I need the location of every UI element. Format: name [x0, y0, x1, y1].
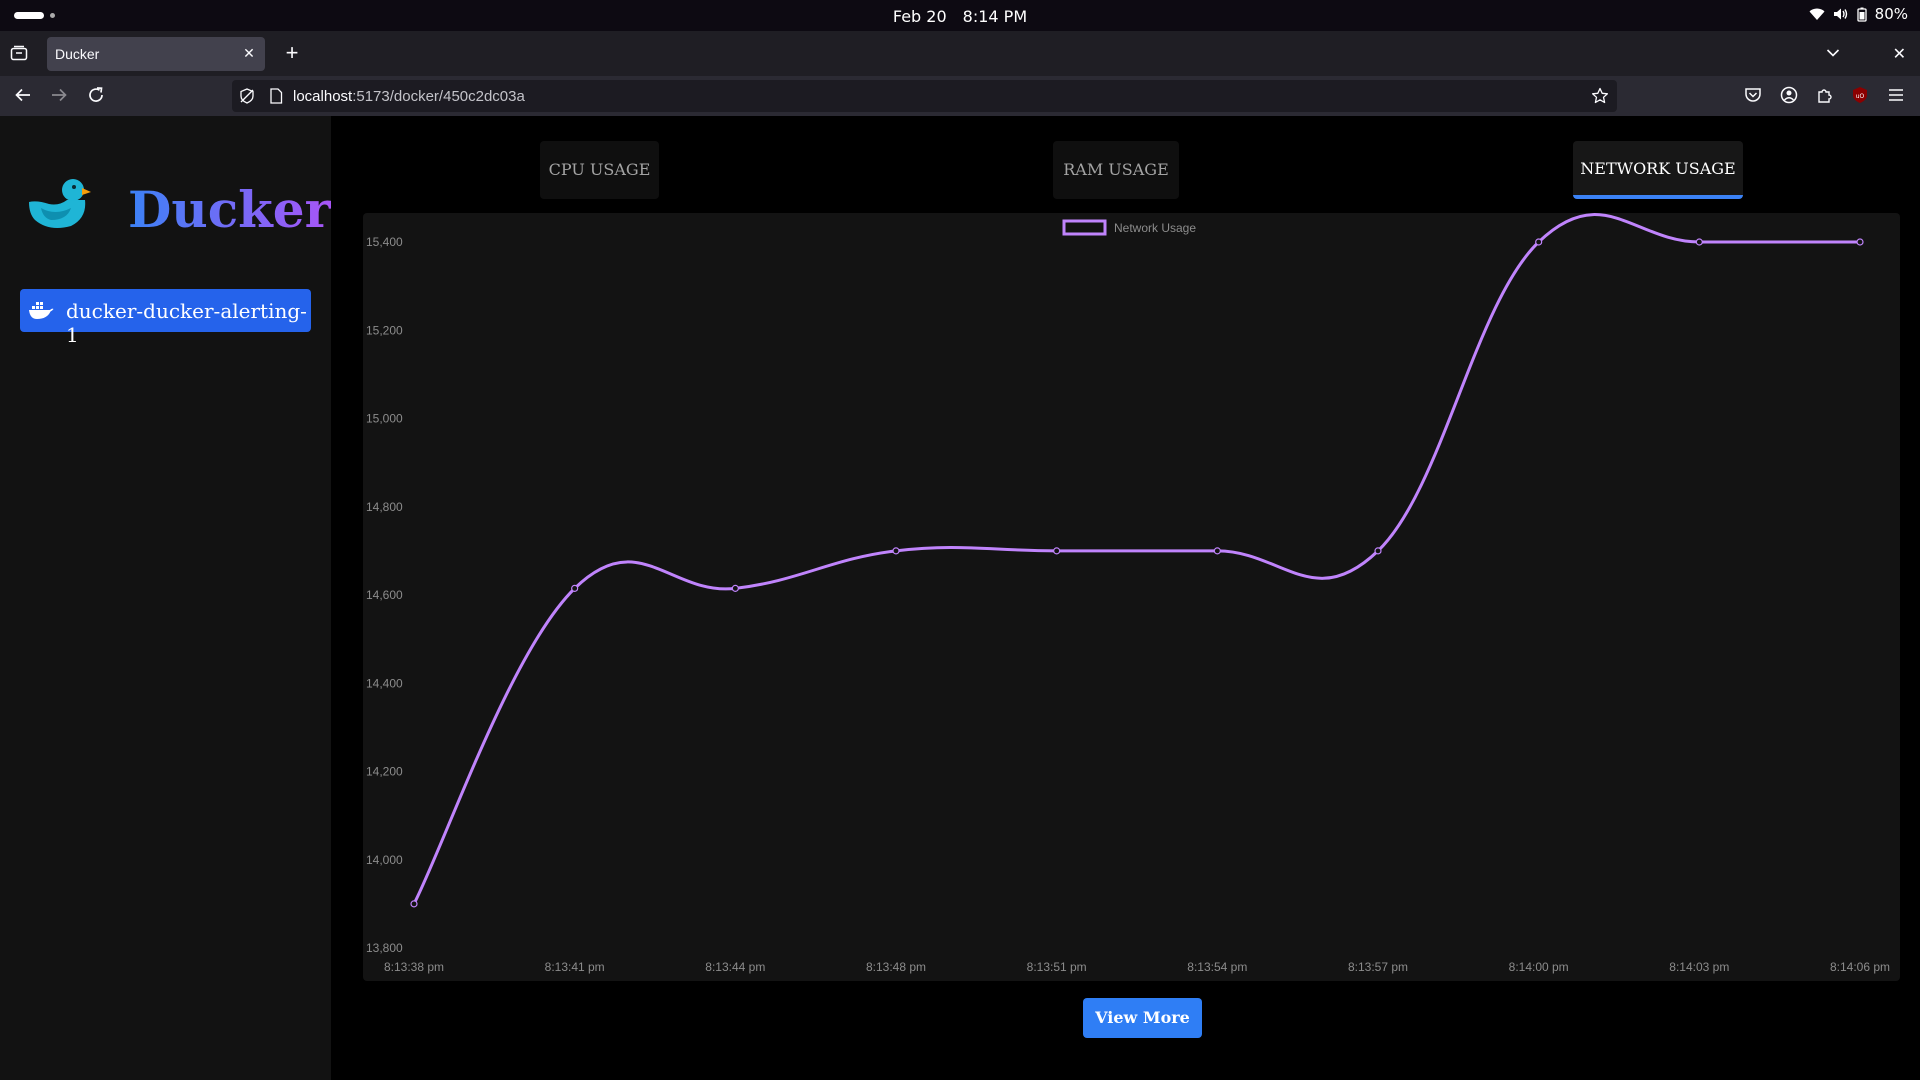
- data-point: [731, 584, 739, 592]
- menu-icon[interactable]: [1887, 86, 1905, 109]
- url-text[interactable]: localhost:5173/docker/450c2dc03a: [293, 88, 525, 105]
- network-usage-chart: 15,400 15,200 15,000 14,800 14,600 14,400 14,2…: [363, 213, 1900, 981]
- browser-nav-bar: localhost:5173/docker/450c2dc03a uO: [0, 76, 1920, 116]
- y-tick-label: 14,400: [366, 676, 403, 690]
- address-bar[interactable]: localhost:5173/docker/450c2dc03a: [232, 80, 1617, 112]
- chart-svg: 15,400 15,200 15,000 14,800 14,600 14,400 14,2…: [366, 213, 1890, 974]
- volume-icon: [1833, 7, 1849, 21]
- data-point: [1053, 547, 1061, 555]
- clock-date: Feb 20: [892, 7, 947, 26]
- clock[interactable]: Feb 20 8:14 PM: [0, 7, 1920, 26]
- pocket-icon[interactable]: [1744, 86, 1762, 109]
- y-tick-label: 14,200: [366, 765, 403, 779]
- brand-title: Ducker: [128, 180, 331, 239]
- data-point: [410, 900, 418, 908]
- browser-tab-strip: Ducker ✕ + ✕: [0, 31, 1920, 76]
- list-all-tabs-icon[interactable]: [1826, 45, 1840, 63]
- x-tick-label: 8:13:44 pm: [705, 960, 765, 974]
- x-tick-label: 8:13:54 pm: [1187, 960, 1247, 974]
- tab-network-usage[interactable]: NETWORK USAGE: [1573, 141, 1743, 199]
- ublock-icon[interactable]: uO: [1851, 86, 1869, 109]
- new-tab-icon[interactable]: +: [280, 42, 304, 66]
- extensions-icon[interactable]: [1816, 86, 1834, 109]
- x-tick-label: 8:13:48 pm: [866, 960, 926, 974]
- y-tick-label: 14,000: [366, 853, 403, 867]
- wifi-icon: [1809, 7, 1825, 21]
- data-point: [1213, 547, 1221, 555]
- data-point: [1695, 238, 1703, 246]
- svg-text:uO: uO: [1856, 93, 1865, 100]
- x-tick-label: 8:13:57 pm: [1348, 960, 1408, 974]
- account-icon[interactable]: [1780, 86, 1798, 109]
- url-host: localhost: [293, 88, 353, 105]
- clock-time: 8:14 PM: [962, 7, 1028, 26]
- data-point: [892, 547, 900, 555]
- y-tick-label: 13,800: [366, 941, 403, 955]
- reload-icon[interactable]: [87, 86, 105, 109]
- browser-tab-ducker[interactable]: Ducker ✕: [47, 37, 265, 71]
- tracking-protection-icon[interactable]: [239, 88, 255, 109]
- data-point: [1856, 238, 1864, 246]
- y-tick-label: 15,000: [366, 412, 403, 426]
- x-tick-label: 8:14:00 pm: [1509, 960, 1569, 974]
- duck-logo-icon: [27, 176, 91, 235]
- data-point: [1535, 238, 1543, 246]
- os-top-bar: Feb 20 8:14 PM 80%: [0, 0, 1920, 31]
- series-line: [412, 213, 1860, 905]
- x-tick-label: 8:13:38 pm: [384, 960, 444, 974]
- x-tick-label: 8:14:03 pm: [1669, 960, 1729, 974]
- firefox-view-icon[interactable]: [10, 45, 28, 66]
- tab-cpu-usage[interactable]: CPU USAGE: [540, 141, 659, 199]
- browser-tab-title: Ducker: [55, 46, 100, 62]
- x-tick-label: 8:13:51 pm: [1027, 960, 1087, 974]
- page-info-icon[interactable]: [269, 88, 283, 109]
- x-tick-label: 8:14:06 pm: [1830, 960, 1890, 974]
- sidebar: Ducker ducker-ducker-alerting-1: [0, 116, 331, 1080]
- main-content: CPU USAGE RAM USAGE NETWORK USAGE 15,400…: [331, 116, 1920, 1080]
- y-tick-label: 15,400: [366, 235, 403, 249]
- back-icon[interactable]: [14, 86, 32, 109]
- sidebar-item-container[interactable]: ducker-ducker-alerting-1: [20, 289, 311, 347]
- container-name: ducker-ducker-alerting-1: [66, 299, 307, 347]
- legend-swatch: [1062, 219, 1107, 236]
- view-more-button[interactable]: View More: [1083, 998, 1202, 1038]
- tab-close-icon[interactable]: ✕: [239, 43, 259, 63]
- battery-percent: 80%: [1874, 5, 1908, 23]
- y-tick-label: 14,800: [366, 500, 403, 514]
- bookmark-star-icon[interactable]: [1591, 87, 1609, 110]
- legend-label: Network Usage: [1114, 221, 1196, 235]
- forward-icon[interactable]: [50, 86, 68, 109]
- y-tick-label: 14,600: [366, 588, 403, 602]
- docker-whale-icon: [28, 301, 54, 326]
- url-path: :5173/docker/450c2dc03a: [352, 88, 525, 105]
- data-point: [1374, 547, 1382, 555]
- y-tick-label: 15,200: [366, 323, 403, 337]
- x-tick-label: 8:13:41 pm: [545, 960, 605, 974]
- window-close-icon[interactable]: ✕: [1893, 44, 1906, 64]
- battery-icon: [1857, 7, 1867, 22]
- system-tray[interactable]: 80%: [1809, 5, 1908, 23]
- tab-ram-usage[interactable]: RAM USAGE: [1053, 141, 1179, 199]
- data-point: [571, 584, 579, 592]
